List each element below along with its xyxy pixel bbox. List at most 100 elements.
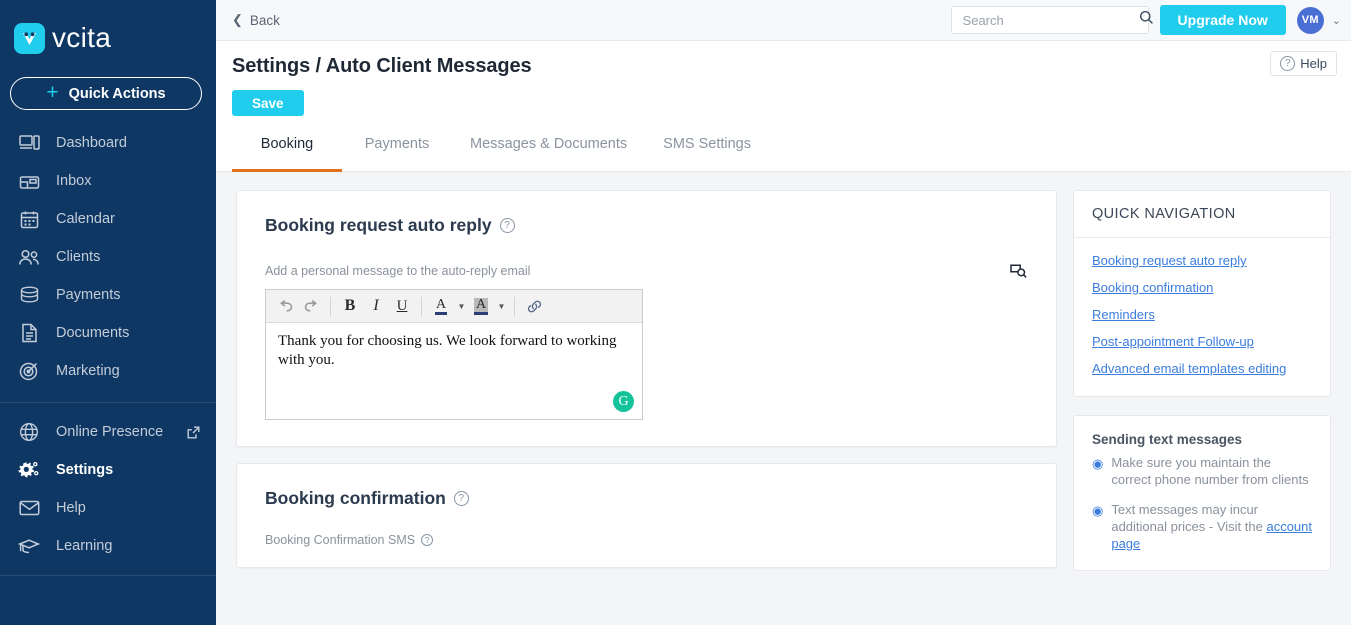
sidebar-item-label: Learning bbox=[56, 538, 113, 554]
card-title-text: Booking confirmation bbox=[265, 488, 446, 508]
text-color-dropdown-icon[interactable]: ▼ bbox=[455, 302, 468, 311]
tip-item: ◉ Text messages may incur additional pri… bbox=[1092, 501, 1312, 553]
highlight-color-dropdown-icon[interactable]: ▼ bbox=[495, 302, 508, 311]
question-circle-icon[interactable]: ? bbox=[453, 491, 469, 506]
question-circle-icon[interactable]: ? bbox=[421, 534, 434, 546]
search-icon[interactable] bbox=[1139, 10, 1154, 30]
sidebar-item-settings[interactable]: Settings bbox=[0, 451, 216, 489]
brand-name: vcita bbox=[52, 22, 112, 53]
editor-text-area[interactable]: Thank you for choosing us. We look forwa… bbox=[266, 323, 642, 419]
quick-nav-link-booking-request-auto-reply[interactable]: Booking request auto reply bbox=[1092, 253, 1312, 268]
sidebar-primary-nav: Dashboard Inbox Calendar Clients Payment… bbox=[0, 124, 216, 576]
tips-body: Sending text messages ◉ Make sure you ma… bbox=[1074, 416, 1330, 570]
right-rail: QUICK NAVIGATION Booking request auto re… bbox=[1073, 190, 1331, 589]
quick-nav-link-reminders[interactable]: Reminders bbox=[1092, 307, 1312, 322]
page-title: Settings / Auto Client Messages bbox=[232, 55, 532, 77]
sidebar-item-label: Payments bbox=[56, 287, 121, 303]
content-area: Booking request auto reply ? Add a perso… bbox=[216, 172, 1351, 589]
clients-icon bbox=[18, 246, 40, 268]
sidebar-item-label: Help bbox=[56, 500, 86, 516]
undo-button[interactable] bbox=[272, 293, 298, 319]
highlight-color-glyph: A bbox=[473, 297, 489, 315]
search-box[interactable] bbox=[950, 6, 1153, 34]
quick-actions-button[interactable]: + Quick Actions bbox=[10, 77, 202, 110]
sidebar-item-label: Marketing bbox=[56, 363, 120, 379]
sidebar-item-clients[interactable]: Clients bbox=[0, 238, 216, 276]
sidebar-item-label: Online Presence bbox=[56, 424, 164, 440]
avatar[interactable]: VM bbox=[1296, 6, 1324, 34]
tab-payments[interactable]: Payments bbox=[342, 116, 452, 171]
field-label: Booking Confirmation SMS bbox=[265, 533, 416, 547]
quick-navigation-card: QUICK NAVIGATION Booking request auto re… bbox=[1073, 190, 1331, 397]
settings-column: Booking request auto reply ? Add a perso… bbox=[236, 190, 1057, 589]
field-label-row: Booking Confirmation SMS ? bbox=[265, 533, 1028, 547]
search-input[interactable] bbox=[962, 12, 1139, 28]
grammarly-badge-icon[interactable]: G bbox=[613, 391, 634, 412]
top-bar-actions: Upgrade Now VM ⌄ bbox=[950, 5, 1341, 35]
sidebar-item-online-presence[interactable]: Online Presence bbox=[0, 413, 216, 451]
tab-sms-settings[interactable]: SMS Settings bbox=[645, 116, 769, 171]
preview-magnifier-icon[interactable] bbox=[1009, 261, 1028, 280]
quick-navigation-heading: QUICK NAVIGATION bbox=[1074, 191, 1330, 238]
page-header: Settings / Auto Client Messages Save ? H… bbox=[216, 41, 1351, 116]
text-color-button[interactable]: A bbox=[428, 293, 454, 319]
tip-text: Text messages may incur additional price… bbox=[1111, 501, 1312, 553]
sidebar-item-label: Settings bbox=[56, 462, 114, 478]
back-button[interactable]: ❮ Back bbox=[232, 12, 280, 28]
documents-icon bbox=[18, 322, 40, 344]
editor-toolbar: B I U A ▼ A ▼ bbox=[266, 290, 642, 323]
tip-text: Make sure you maintain the correct phone… bbox=[1111, 455, 1309, 488]
tips-card: Sending text messages ◉ Make sure you ma… bbox=[1073, 415, 1331, 572]
card-title: Booking confirmation ? bbox=[265, 488, 1028, 509]
quick-actions-label: Quick Actions bbox=[68, 85, 166, 102]
sidebar-item-marketing[interactable]: Marketing bbox=[0, 352, 216, 390]
highlight-color-button[interactable]: A bbox=[468, 293, 494, 319]
upgrade-now-button[interactable]: Upgrade Now bbox=[1159, 5, 1286, 35]
bullet-icon: ◉ bbox=[1092, 502, 1104, 518]
insert-link-button[interactable] bbox=[521, 293, 547, 319]
booking-confirmation-card: Booking confirmation ? Booking Confirmat… bbox=[236, 463, 1057, 568]
text-color-glyph: A bbox=[434, 297, 448, 315]
tab-messages-documents[interactable]: Messages & Documents bbox=[452, 116, 645, 171]
sidebar-divider-bottom bbox=[0, 575, 216, 576]
graduation-cap-icon bbox=[18, 535, 40, 557]
tip-item: ◉ Make sure you maintain the correct pho… bbox=[1092, 454, 1312, 489]
italic-button[interactable]: I bbox=[363, 293, 389, 319]
sidebar-item-payments[interactable]: Payments bbox=[0, 276, 216, 314]
quick-nav-link-post-appointment-follow-up[interactable]: Post-appointment Follow-up bbox=[1092, 334, 1312, 349]
quick-nav-link-advanced-email-templates-editing[interactable]: Advanced email templates editing bbox=[1092, 361, 1312, 376]
sidebar-item-help[interactable]: Help bbox=[0, 489, 216, 527]
tab-booking[interactable]: Booking bbox=[232, 116, 342, 172]
toolbar-divider bbox=[514, 296, 515, 316]
booking-request-auto-reply-card: Booking request auto reply ? Add a perso… bbox=[236, 190, 1057, 447]
chevron-down-icon[interactable]: ⌄ bbox=[1332, 14, 1341, 27]
help-button[interactable]: ? Help bbox=[1270, 51, 1337, 76]
question-circle-icon: ? bbox=[1280, 56, 1296, 71]
brand-logo[interactable]: vcita bbox=[0, 0, 216, 54]
sidebar-item-documents[interactable]: Documents bbox=[0, 314, 216, 352]
sidebar-item-dashboard[interactable]: Dashboard bbox=[0, 124, 216, 162]
sidebar-item-label: Dashboard bbox=[56, 135, 127, 151]
underline-button[interactable]: U bbox=[389, 293, 415, 319]
globe-icon bbox=[18, 421, 40, 443]
top-bar: ❮ Back Upgrade Now VM ⌄ bbox=[216, 0, 1351, 41]
vcita-logo-icon bbox=[14, 22, 45, 54]
external-link-icon[interactable] bbox=[187, 426, 200, 439]
tips-title: Sending text messages bbox=[1092, 432, 1243, 447]
question-circle-icon[interactable]: ? bbox=[499, 218, 515, 233]
main-content: ❮ Back Upgrade Now VM ⌄ Settings bbox=[216, 0, 1351, 625]
bold-button[interactable]: B bbox=[337, 293, 363, 319]
sidebar-item-label: Documents bbox=[56, 325, 130, 341]
app-root: vcita + Quick Actions Dashboard Inbox Ca… bbox=[0, 0, 1351, 625]
sidebar-item-label: Calendar bbox=[56, 211, 115, 227]
quick-nav-link-booking-confirmation[interactable]: Booking confirmation bbox=[1092, 280, 1312, 295]
save-button[interactable]: Save bbox=[232, 90, 304, 116]
rich-text-editor[interactable]: B I U A ▼ A ▼ Thank you for choosing us.… bbox=[265, 289, 643, 420]
sidebar-item-learning[interactable]: Learning bbox=[0, 527, 216, 565]
toolbar-divider bbox=[330, 296, 331, 316]
card-title-text: Booking request auto reply bbox=[265, 215, 492, 235]
redo-button[interactable] bbox=[298, 293, 324, 319]
sidebar-item-calendar[interactable]: Calendar bbox=[0, 200, 216, 238]
plus-icon: + bbox=[46, 81, 59, 104]
sidebar-item-inbox[interactable]: Inbox bbox=[0, 162, 216, 200]
